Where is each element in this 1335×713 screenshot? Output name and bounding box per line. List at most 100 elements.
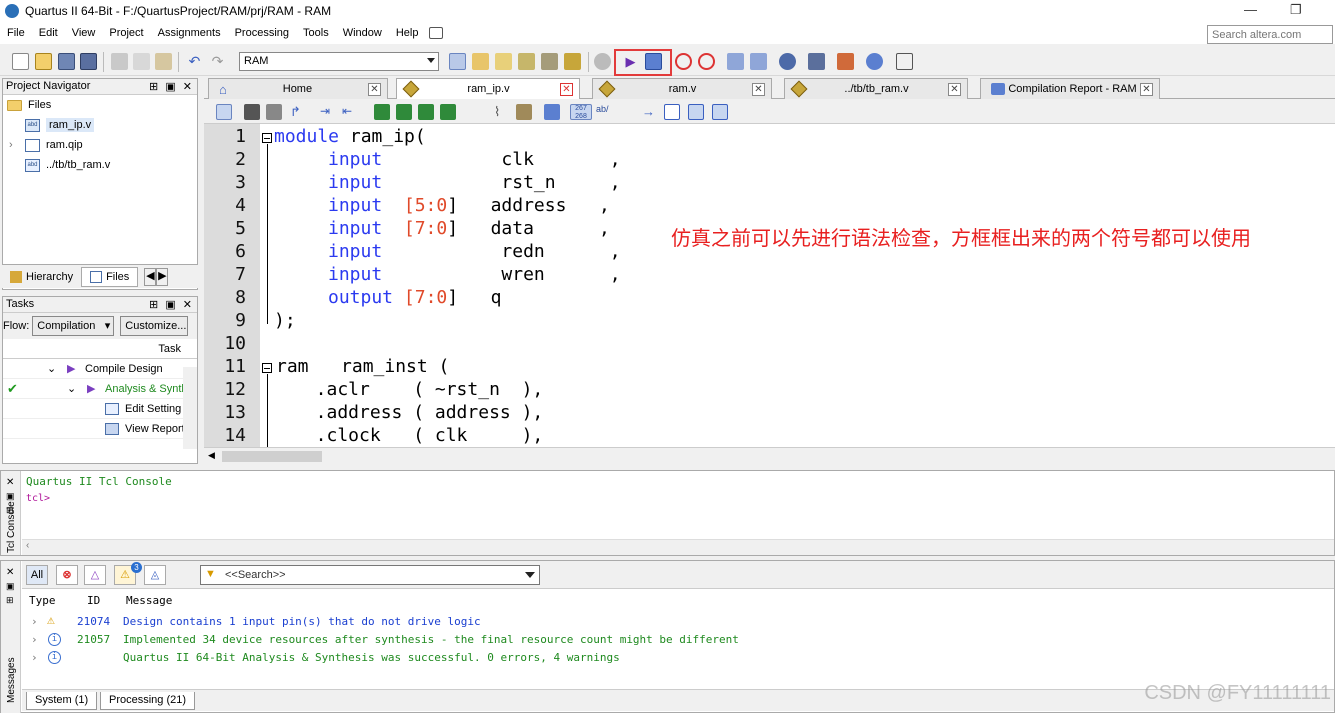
comment-icon[interactable]	[544, 104, 560, 120]
hierarchy-icon[interactable]	[216, 104, 232, 120]
file-item[interactable]: abd ../tb/tb_ram.v	[3, 155, 197, 175]
tab-compilation-report[interactable]: Compilation Report - RAM ✕	[980, 78, 1160, 99]
design-partition-icon[interactable]	[541, 53, 558, 70]
close-icon[interactable]: ✕	[948, 82, 961, 96]
open-file-icon[interactable]	[35, 53, 52, 70]
timequest-icon[interactable]	[675, 53, 692, 70]
text-view-icon[interactable]	[664, 104, 680, 120]
close-icon[interactable]: ✕	[6, 567, 14, 578]
menu-view[interactable]: View	[65, 27, 103, 39]
help-icon[interactable]	[866, 53, 883, 70]
spell-check-button[interactable]: ab/	[596, 104, 612, 120]
prev-bookmark-icon[interactable]	[418, 104, 434, 120]
task-item-view-report[interactable]: View Report	[3, 419, 197, 439]
tab-processing[interactable]: Processing (21)	[100, 692, 196, 710]
task-item-analysis-synthesis[interactable]: ✔ ⌄ ▶ Analysis & Synth	[3, 379, 197, 399]
panel-controls[interactable]: ⊞ ▣ ✕	[149, 298, 194, 311]
programmer-icon[interactable]	[779, 53, 796, 70]
pin-icon[interactable]: ⊞	[6, 595, 14, 606]
scroll-right-button[interactable]: ▶	[156, 267, 169, 286]
column-id[interactable]: ID	[87, 594, 100, 607]
stop-icon[interactable]	[594, 53, 611, 70]
menu-edit[interactable]: Edit	[32, 27, 65, 39]
float-icon[interactable]: ▣	[6, 581, 15, 592]
chevron-right-icon[interactable]: ›	[31, 615, 38, 628]
message-search-input[interactable]: ▼ <<Search>>	[200, 565, 540, 585]
restore-button[interactable]: ❐	[1290, 2, 1302, 18]
indent-icon[interactable]: ⇥	[320, 104, 336, 120]
chevron-right-icon[interactable]: ›	[31, 651, 38, 664]
insert-template-icon[interactable]	[516, 104, 532, 120]
column-type[interactable]: Type	[29, 594, 56, 607]
line-numbers-toggle[interactable]: 267 268	[570, 104, 592, 120]
scroll-left-button[interactable]: ◀	[208, 450, 215, 461]
chevron-right-icon[interactable]: ›	[31, 633, 38, 646]
tab-home[interactable]: ⌂ Home ✕	[208, 78, 388, 99]
message-row[interactable]: › i Quartus II 64-Bit Analysis & Synthes…	[25, 649, 1325, 667]
tab-ram-ip[interactable]: ram_ip.v ✕	[396, 78, 580, 99]
fold-toggle[interactable]	[262, 133, 272, 143]
start-compilation-icon[interactable]: ▶	[622, 53, 639, 70]
files-root[interactable]: Files	[3, 95, 197, 115]
customize-button[interactable]: Customize...	[120, 316, 189, 336]
fold-toggle[interactable]	[262, 363, 272, 373]
chip-editor-icon[interactable]	[837, 53, 854, 70]
task-item-compile-design[interactable]: ⌄ ▶ Compile Design	[3, 359, 197, 379]
menu-project[interactable]: Project	[102, 27, 150, 39]
minimize-button[interactable]: —	[1244, 2, 1257, 17]
cut-icon[interactable]	[111, 53, 128, 70]
flow-select[interactable]: Compilation ▾	[32, 316, 115, 336]
chip-planner-icon[interactable]	[449, 53, 466, 70]
vertical-scrollbar[interactable]	[183, 367, 197, 449]
find-replace-icon[interactable]	[266, 104, 282, 120]
chevron-down-icon[interactable]: ⌄	[47, 362, 56, 375]
file-item[interactable]: › ram.qip	[3, 135, 197, 155]
menu-tools[interactable]: Tools	[296, 27, 336, 39]
menu-file[interactable]: File	[0, 27, 32, 39]
redo-icon[interactable]: ↷	[209, 53, 226, 70]
find-icon[interactable]	[244, 104, 260, 120]
search-input[interactable]	[1207, 25, 1333, 44]
tab-system[interactable]: System (1)	[26, 692, 98, 710]
horizontal-scrollbar[interactable]: ◀	[204, 447, 1335, 465]
technology-map-icon[interactable]	[750, 53, 767, 70]
timing-analyzer-icon[interactable]	[698, 53, 715, 70]
column-message[interactable]: Message	[126, 594, 172, 607]
undo-icon[interactable]: ↶	[186, 53, 203, 70]
start-analysis-synthesis-icon[interactable]	[645, 53, 662, 70]
bookmark-icon[interactable]	[374, 104, 390, 120]
new-file-icon[interactable]	[12, 53, 29, 70]
code-editor[interactable]: 1 2 3 4 5 6 7 8 9 10 11 12 13 14 module …	[204, 124, 1335, 447]
close-icon[interactable]: ✕	[368, 82, 381, 96]
paste-icon[interactable]	[155, 53, 172, 70]
filter-all-button[interactable]: All	[26, 565, 48, 585]
chevron-down-icon[interactable]	[525, 572, 535, 578]
signaltap-icon[interactable]	[808, 53, 825, 70]
scroll-left-button[interactable]: ◀	[144, 267, 157, 286]
menu-window[interactable]: Window	[336, 27, 389, 39]
menu-assignments[interactable]: Assignments	[151, 27, 228, 39]
settings-icon[interactable]	[518, 53, 535, 70]
save-all-icon[interactable]	[80, 53, 97, 70]
save-icon[interactable]	[58, 53, 75, 70]
scroll-thumb[interactable]	[222, 451, 322, 462]
critical-warning-filter-icon[interactable]: △	[84, 565, 106, 585]
file-item[interactable]: abd ram_ip.v	[3, 115, 197, 135]
close-icon[interactable]: ✕	[560, 82, 573, 96]
tab-files[interactable]: Files	[81, 266, 139, 287]
menu-processing[interactable]: Processing	[228, 27, 296, 39]
tab-ram[interactable]: ram.v ✕	[592, 78, 772, 99]
attach-icon[interactable]: ⌇	[494, 104, 510, 120]
task-item-edit-settings[interactable]: Edit Setting	[3, 399, 197, 419]
error-filter-icon[interactable]: ⊗	[56, 565, 78, 585]
tcl-horizontal-scrollbar[interactable]: ‹	[22, 539, 1334, 555]
message-row[interactable]: › ⚠ 21074 Design contains 1 input pin(s)…	[25, 613, 1325, 631]
tab-tb-ram[interactable]: ../tb/tb_ram.v ✕	[784, 78, 968, 99]
close-icon[interactable]: ✕	[6, 477, 14, 488]
feedback-icon[interactable]	[429, 27, 444, 39]
info-filter-icon[interactable]: ◬	[144, 565, 166, 585]
feedback-toolbar-icon[interactable]	[896, 53, 913, 70]
menu-help[interactable]: Help	[389, 27, 426, 39]
arrow-right-icon[interactable]: →	[642, 104, 658, 120]
panel-controls[interactable]: ⊞ ▣ ✕	[149, 80, 194, 93]
